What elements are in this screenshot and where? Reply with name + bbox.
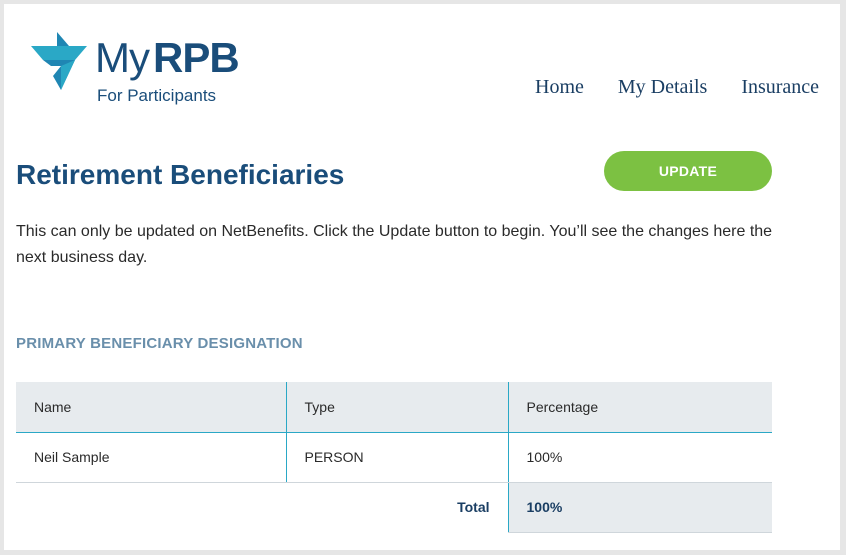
logo-subtitle: For Participants [97,86,217,105]
column-header-name: Name [16,382,287,433]
intro-text: This can only be updated on NetBenefits.… [16,223,773,266]
beneficiary-type: PERSON [286,432,509,483]
main-nav: Home My Details Insurance [535,76,840,99]
nav-home[interactable]: Home [535,76,584,99]
total-value: 100% [507,482,772,533]
update-button[interactable]: UPDATE [604,151,772,191]
myrpb-logo[interactable]: MyRPB For Participants [31,30,261,110]
table-header-row: Name Type Percentage [16,382,772,433]
nav-my-details[interactable]: My Details [618,76,707,99]
page-title: Retirement Beneficiaries [16,159,345,190]
nav-insurance[interactable]: Insurance [741,76,819,99]
beneficiary-name: Neil Sample [16,432,287,483]
beneficiary-table: Name Type Percentage Neil Sample PERSON … [16,382,772,533]
beneficiary-percentage: 100% [508,432,772,483]
total-label: Total [457,499,490,516]
column-header-type: Type [286,382,509,433]
logo-my: My [95,34,150,81]
logo-rpb: RPB [153,34,240,81]
section-heading: PRIMARY BENEFICIARY DESIGNATION [16,335,303,352]
logo-mark-icon [31,32,87,90]
table-total-row: Total 100% [16,482,772,533]
logo-wordmark: MyRPB [95,34,240,82]
page-frame: MyRPB For Participants Home My Details I… [4,4,840,550]
column-header-percentage: Percentage [508,382,772,433]
table-row: Neil Sample PERSON 100% [16,432,772,483]
